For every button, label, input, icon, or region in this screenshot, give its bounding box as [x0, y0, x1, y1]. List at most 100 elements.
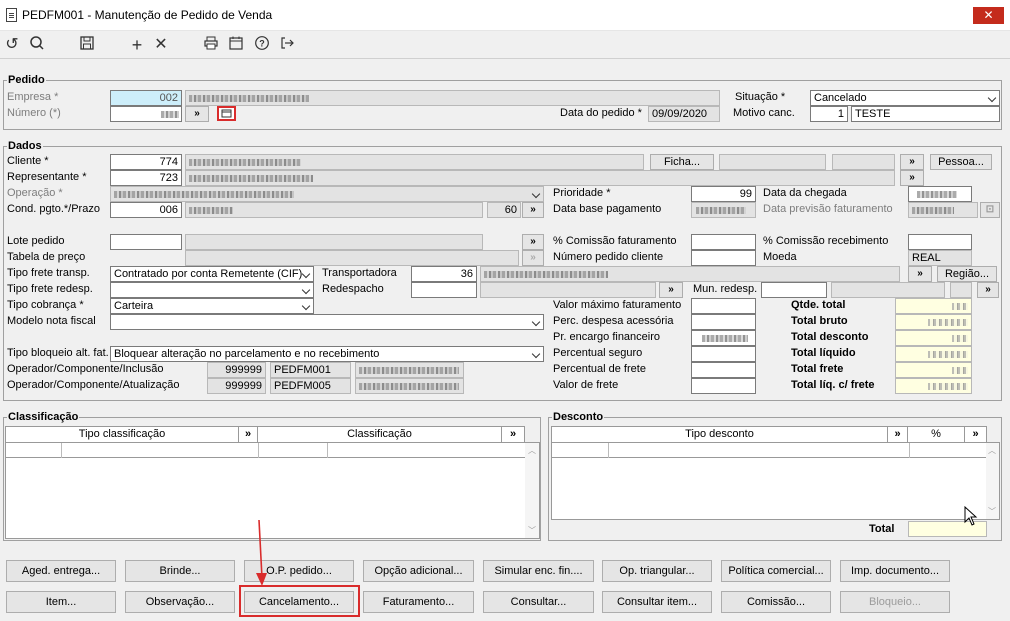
- politica-comercial-button[interactable]: Política comercial...: [721, 560, 831, 582]
- regiao-button[interactable]: Região...: [937, 266, 997, 282]
- frete-redesp-select[interactable]: [110, 282, 314, 298]
- encargo-field[interactable]: [691, 330, 756, 346]
- dados-title: Dados: [7, 140, 43, 152]
- ficha-button[interactable]: Ficha...: [650, 154, 714, 170]
- search-icon[interactable]: [27, 35, 47, 55]
- chegada-label: Data da chegada: [763, 187, 847, 199]
- pessoa-button[interactable]: Pessoa...: [930, 154, 992, 170]
- observacao-button[interactable]: Observação...: [125, 591, 235, 613]
- opcao-adicional-button[interactable]: Opção adicional...: [363, 560, 474, 582]
- aged-entrega-button[interactable]: Aged. entrega...: [6, 560, 116, 582]
- perc-frete-label: Percentual de frete: [553, 363, 646, 375]
- mouse-cursor-icon: [964, 506, 978, 526]
- calendar-icon[interactable]: [226, 35, 246, 55]
- lote-lookup-button[interactable]: »: [522, 234, 544, 250]
- col-desconto-lookup[interactable]: »: [888, 427, 908, 443]
- num-cliente-field[interactable]: [691, 250, 756, 266]
- scrollbar[interactable]: ︿ ﹀: [986, 443, 999, 519]
- lote-field[interactable]: [110, 234, 182, 250]
- desconto-table[interactable]: ︿ ﹀: [551, 442, 1000, 520]
- cobranca-select[interactable]: Carteira: [110, 298, 314, 314]
- cliente-label: Cliente *: [7, 155, 49, 167]
- op-atualiz-date: [355, 378, 464, 394]
- col-classificacao[interactable]: Classificação: [258, 427, 502, 443]
- numero-calendar-button[interactable]: [217, 106, 236, 121]
- situacao-select[interactable]: Cancelado: [810, 90, 1000, 106]
- bloqueio-select[interactable]: Bloquear alteração no parcelamento e no …: [110, 346, 544, 362]
- table-row[interactable]: [552, 443, 988, 458]
- simular-enc-fin-button[interactable]: Simular enc. fin....: [483, 560, 594, 582]
- numero-lookup-button[interactable]: »: [185, 106, 209, 122]
- classificacao-table[interactable]: ︿ ﹀: [5, 442, 540, 539]
- cliente-extra-2: [832, 154, 895, 170]
- transportadora-lookup-button[interactable]: »: [908, 266, 932, 282]
- print-icon[interactable]: [201, 35, 221, 55]
- desconto-total-label: Total: [869, 523, 895, 535]
- motivo-text-field[interactable]: TESTE: [851, 106, 1000, 122]
- col-classificacao-lookup[interactable]: »: [502, 427, 524, 443]
- liquido-field: [895, 346, 972, 362]
- valor-frete-field[interactable]: [691, 378, 756, 394]
- valor-max-field[interactable]: [691, 298, 756, 314]
- perc-frete-field[interactable]: [691, 362, 756, 378]
- transportadora-field[interactable]: 36: [411, 266, 477, 282]
- frete-transp-select[interactable]: Contratado por conta Remetente (CIF): [110, 266, 314, 282]
- col-percent[interactable]: %: [908, 427, 965, 443]
- prioridade-field[interactable]: 99: [691, 186, 756, 202]
- comissao-fat-field[interactable]: [691, 234, 756, 250]
- cond-field[interactable]: 006: [110, 202, 182, 218]
- op-inclusao-code: 999999: [207, 362, 266, 378]
- pedido-title: Pedido: [7, 74, 46, 86]
- table-row[interactable]: [6, 443, 526, 458]
- col-tipo-classificacao[interactable]: Tipo classificação: [6, 427, 239, 443]
- highlight-box: [239, 585, 360, 617]
- consultar-button[interactable]: Consultar...: [483, 591, 594, 613]
- add-icon[interactable]: +: [127, 35, 147, 55]
- cancel-icon[interactable]: ✕: [151, 35, 171, 55]
- cliente-name-field: [185, 154, 644, 170]
- redespacho-lookup-button[interactable]: »: [659, 282, 683, 298]
- representante-field[interactable]: 723: [110, 170, 182, 186]
- item-button[interactable]: Item...: [6, 591, 116, 613]
- comissao-rec-field[interactable]: [908, 234, 972, 250]
- chegada-field[interactable]: [908, 186, 972, 202]
- mun-redesp-field[interactable]: [761, 282, 827, 298]
- imp-documento-button[interactable]: Imp. documento...: [840, 560, 950, 582]
- bloqueio-label: Tipo bloqueio alt. fat.: [7, 347, 109, 359]
- base-label: Data base pagamento: [553, 203, 662, 215]
- brinde-button[interactable]: Brinde...: [125, 560, 235, 582]
- close-button[interactable]: ✕: [973, 7, 1004, 24]
- seguro-field[interactable]: [691, 346, 756, 362]
- previsao-field: [908, 202, 978, 218]
- col-tipo-desconto[interactable]: Tipo desconto: [552, 427, 888, 443]
- perc-despesa-field[interactable]: [691, 314, 756, 330]
- redespacho-field[interactable]: [411, 282, 477, 298]
- empresa-field[interactable]: 002: [110, 90, 182, 106]
- undo-icon[interactable]: ↺: [2, 35, 22, 55]
- modelo-select[interactable]: [110, 314, 544, 330]
- motivo-code-field[interactable]: 1: [810, 106, 848, 122]
- col-percent-lookup[interactable]: »: [965, 427, 986, 443]
- scrollbar[interactable]: ︿ ﹀: [525, 443, 539, 538]
- cobranca-label: Tipo cobrança *: [7, 299, 84, 311]
- op-atualiz-label: Operador/Componente/Atualização: [7, 379, 180, 391]
- classificacao-header: Tipo classificação » Classificação »: [5, 426, 525, 443]
- cond-lookup-button[interactable]: »: [522, 202, 544, 218]
- op-triangular-button[interactable]: Op. triangular...: [602, 560, 712, 582]
- consultar-item-button[interactable]: Consultar item...: [602, 591, 712, 613]
- numero-field[interactable]: [110, 106, 182, 122]
- op-inclusao-prog: PEDFM001: [270, 362, 351, 378]
- cliente-lookup-button[interactable]: »: [900, 154, 924, 170]
- faturamento-button[interactable]: Faturamento...: [363, 591, 474, 613]
- col-tipo-lookup[interactable]: »: [239, 427, 258, 443]
- cliente-field[interactable]: 774: [110, 154, 182, 170]
- mun-redesp-lookup-button[interactable]: »: [977, 282, 999, 298]
- tabela-lookup-button: »: [522, 250, 544, 266]
- previsao-label: Data previsão faturamento: [763, 203, 893, 215]
- save-icon[interactable]: [77, 35, 97, 55]
- representante-lookup-button[interactable]: »: [900, 170, 924, 186]
- help-icon[interactable]: ?: [252, 35, 272, 55]
- comissao-button[interactable]: Comissão...: [721, 591, 831, 613]
- prioridade-label: Prioridade *: [553, 187, 611, 199]
- exit-icon[interactable]: [277, 35, 297, 55]
